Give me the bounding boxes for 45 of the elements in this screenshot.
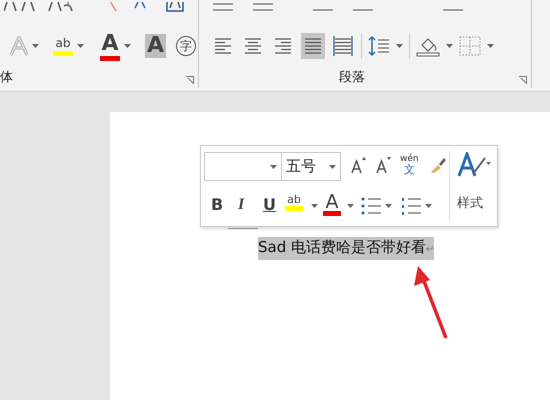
- selected-text: Sad 电话费哈是否带好看↵: [258, 237, 434, 260]
- styles-button[interactable]: 样式: [457, 194, 483, 214]
- dialog-launcher-icon[interactable]: [186, 76, 194, 84]
- highlight-button[interactable]: ab: [285, 194, 303, 211]
- caret-icon[interactable]: [396, 44, 403, 48]
- center-align-icon: [243, 36, 263, 56]
- caret-icon[interactable]: [270, 164, 277, 168]
- caret-icon[interactable]: [124, 44, 131, 48]
- caret-icon[interactable]: [446, 44, 453, 48]
- font-name-field[interactable]: [204, 152, 282, 181]
- enclose-char-button[interactable]: 字: [176, 36, 196, 56]
- italic-button[interactable]: I: [238, 196, 244, 214]
- caret-icon[interactable]: [77, 44, 84, 48]
- caret-icon[interactable]: [347, 204, 354, 208]
- line-spacing-icon[interactable]: [368, 35, 390, 57]
- font-size-field[interactable]: 五号: [281, 152, 341, 181]
- group-label: 段落: [339, 70, 365, 87]
- borders-icon[interactable]: [459, 36, 481, 56]
- char-shading-button[interactable]: A: [145, 34, 166, 58]
- align-button[interactable]: [331, 33, 355, 59]
- caret-icon[interactable]: [385, 204, 392, 208]
- paragraph-mark: ↵: [426, 244, 434, 255]
- caret-icon[interactable]: [32, 44, 39, 48]
- justify-align-icon: [303, 36, 323, 56]
- shrink-font-icon[interactable]: [376, 156, 392, 174]
- bulleted-list-icon[interactable]: [361, 196, 381, 216]
- group-label: 体: [0, 70, 13, 87]
- paintbrush-icon[interactable]: [429, 156, 447, 174]
- grow-font-icon[interactable]: [351, 156, 367, 174]
- font-color-button[interactable]: A: [100, 32, 120, 60]
- align-button[interactable]: [301, 33, 325, 59]
- caret-icon[interactable]: [329, 164, 336, 168]
- distributed-align-icon: [333, 36, 353, 56]
- highlight-button[interactable]: ab: [53, 36, 73, 56]
- font-color-button[interactable]: A: [323, 193, 341, 216]
- caret-icon[interactable]: [487, 44, 494, 48]
- dialog-launcher-icon[interactable]: [519, 76, 527, 84]
- left-align-icon: [213, 36, 233, 56]
- underline-button[interactable]: U: [263, 196, 276, 214]
- caret-icon[interactable]: [425, 204, 432, 208]
- numbered-list-icon[interactable]: [401, 196, 421, 216]
- phonetic-guide-button[interactable]: wén 文: [400, 155, 419, 175]
- bold-button[interactable]: B: [211, 196, 224, 214]
- caret-icon[interactable]: [311, 204, 318, 208]
- right-align-icon: [273, 36, 293, 56]
